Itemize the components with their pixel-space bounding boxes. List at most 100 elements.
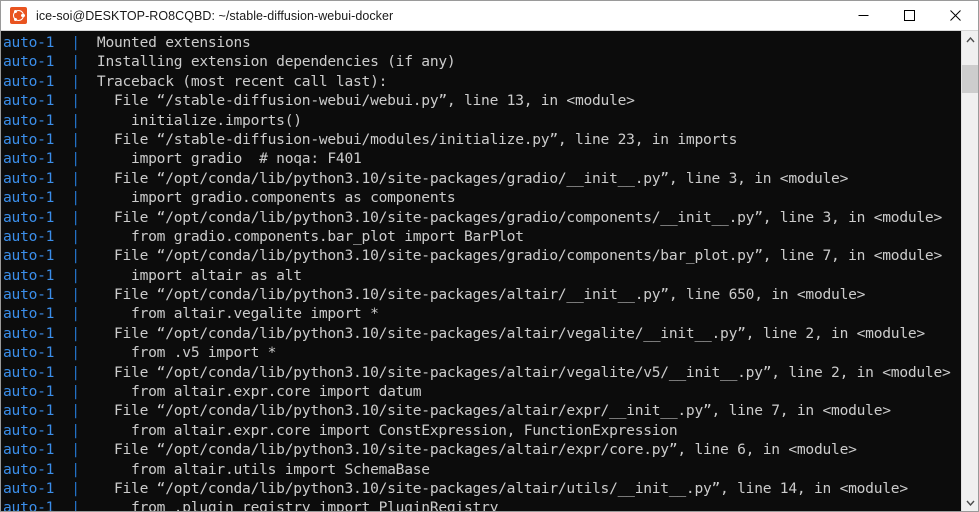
- log-separator: |: [71, 479, 80, 497]
- terminal-line: auto-1 | from altair.utils import Schema…: [1, 460, 961, 479]
- service-name: auto-1: [3, 421, 55, 439]
- terminal-line: auto-1 | initialize.imports(): [1, 111, 961, 130]
- log-separator: |: [71, 247, 80, 265]
- terminal-line: auto-1 | Installing extension dependenci…: [1, 52, 961, 71]
- log-text: from gradio.components.bar_plot import B…: [79, 227, 524, 245]
- log-separator: |: [71, 324, 80, 342]
- log-separator: |: [71, 130, 80, 148]
- terminal-line: auto-1 | File “/opt/conda/lib/python3.10…: [1, 440, 961, 459]
- log-text: File “/opt/conda/lib/python3.10/site-pac…: [79, 169, 849, 187]
- log-text: File “/opt/conda/lib/python3.10/site-pac…: [79, 208, 942, 226]
- terminal-line: auto-1 | from altair.expr.core import Co…: [1, 421, 961, 440]
- service-name: auto-1: [3, 53, 55, 71]
- log-separator: |: [71, 441, 80, 459]
- log-separator: |: [71, 363, 80, 381]
- terminal-line: auto-1 | File “/stable-diffusion-webui/m…: [1, 130, 961, 149]
- log-text: Installing extension dependencies (if an…: [79, 53, 456, 71]
- service-name: auto-1: [3, 227, 55, 245]
- log-separator: |: [71, 499, 80, 511]
- vertical-scrollbar[interactable]: [961, 31, 978, 511]
- log-text: File “/opt/conda/lib/python3.10/site-pac…: [79, 247, 942, 265]
- service-name: auto-1: [3, 34, 55, 51]
- terminal-line: auto-1 | from .plugin_registry import Pl…: [1, 498, 961, 511]
- log-text: File “/stable-diffusion-webui/webui.py”,…: [79, 92, 635, 110]
- log-text: File “/opt/conda/lib/python3.10/site-pac…: [79, 286, 866, 304]
- terminal-line: auto-1 | File “/opt/conda/lib/python3.10…: [1, 169, 961, 188]
- log-text: import gradio # noqa: F401: [79, 150, 362, 168]
- service-name: auto-1: [3, 305, 55, 323]
- terminal-line: auto-1 | File “/opt/conda/lib/python3.10…: [1, 363, 961, 382]
- log-text: File “/opt/conda/lib/python3.10/site-pac…: [79, 479, 908, 497]
- log-separator: |: [71, 150, 80, 168]
- window-title: ice-soi@DESKTOP-RO8CQBD: ~/stable-diffus…: [36, 8, 394, 23]
- maximize-button[interactable]: [886, 1, 932, 30]
- log-separator: |: [71, 34, 80, 51]
- service-name: auto-1: [3, 286, 55, 304]
- log-text: from .v5 import *: [79, 344, 277, 362]
- terminal-line: auto-1 | import gradio # noqa: F401: [1, 149, 961, 168]
- terminal-area: auto-1 | Mounted extensions auto-1 | Inst…: [1, 31, 978, 511]
- log-text: File “/opt/conda/lib/python3.10/site-pac…: [79, 363, 951, 381]
- service-name: auto-1: [3, 130, 55, 148]
- scrollbar-down-button[interactable]: [962, 494, 978, 511]
- log-separator: |: [71, 227, 80, 245]
- terminal-line: auto-1 | import altair as alt: [1, 266, 961, 285]
- close-button[interactable]: [932, 1, 978, 30]
- terminal-line: auto-1 | File “/stable-diffusion-webui/w…: [1, 91, 961, 110]
- service-name: auto-1: [3, 169, 55, 187]
- terminal-window: ice-soi@DESKTOP-RO8CQBD: ~/stable-diffus…: [0, 0, 979, 512]
- log-separator: |: [71, 53, 80, 71]
- terminal-line: auto-1 | from altair.expr.core import da…: [1, 382, 961, 401]
- service-name: auto-1: [3, 111, 55, 129]
- log-separator: |: [71, 344, 80, 362]
- service-name: auto-1: [3, 344, 55, 362]
- terminal-line: auto-1 | File “/opt/conda/lib/python3.10…: [1, 246, 961, 265]
- service-name: auto-1: [3, 247, 55, 265]
- log-separator: |: [71, 266, 80, 284]
- terminal-line: auto-1 | File “/opt/conda/lib/python3.10…: [1, 285, 961, 304]
- service-name: auto-1: [3, 324, 55, 342]
- terminal-line: auto-1 | Mounted extensions: [1, 33, 961, 52]
- terminal-line: auto-1 | from altair.vegalite import *: [1, 304, 961, 323]
- log-text: from .plugin_registry import PluginRegis…: [79, 499, 499, 511]
- scrollbar-thumb[interactable]: [962, 65, 978, 93]
- terminal-line: auto-1 | import gradio.components as com…: [1, 188, 961, 207]
- service-name: auto-1: [3, 150, 55, 168]
- service-name: auto-1: [3, 189, 55, 207]
- window-controls: [840, 1, 978, 30]
- log-separator: |: [71, 169, 80, 187]
- scrollbar-up-button[interactable]: [962, 31, 978, 48]
- ubuntu-logo-icon: [10, 7, 27, 24]
- scrollbar-track[interactable]: [962, 48, 978, 494]
- terminal-line: auto-1 | from .v5 import *: [1, 343, 961, 362]
- log-text: File “/opt/conda/lib/python3.10/site-pac…: [79, 402, 891, 420]
- service-name: auto-1: [3, 460, 55, 478]
- terminal-line: auto-1 | Traceback (most recent call las…: [1, 72, 961, 91]
- service-name: auto-1: [3, 363, 55, 381]
- log-text: from altair.vegalite import *: [79, 305, 379, 323]
- log-separator: |: [71, 189, 80, 207]
- service-name: auto-1: [3, 499, 55, 511]
- service-name: auto-1: [3, 266, 55, 284]
- log-text: Traceback (most recent call last):: [79, 72, 388, 90]
- terminal-line: auto-1 | File “/opt/conda/lib/python3.10…: [1, 324, 961, 343]
- terminal-output[interactable]: auto-1 | Mounted extensions auto-1 | Inst…: [1, 31, 961, 511]
- service-name: auto-1: [3, 92, 55, 110]
- log-separator: |: [71, 208, 80, 226]
- minimize-button[interactable]: [840, 1, 886, 30]
- log-separator: |: [71, 421, 80, 439]
- log-separator: |: [71, 111, 80, 129]
- terminal-line: auto-1 | File “/opt/conda/lib/python3.10…: [1, 208, 961, 227]
- log-text: from altair.expr.core import datum: [79, 383, 422, 401]
- log-separator: |: [71, 92, 80, 110]
- log-text: File “/stable-diffusion-webui/modules/in…: [79, 130, 738, 148]
- log-separator: |: [71, 305, 80, 323]
- terminal-line: auto-1 | from gradio.components.bar_plot…: [1, 227, 961, 246]
- service-name: auto-1: [3, 383, 55, 401]
- log-separator: |: [71, 402, 80, 420]
- log-text: File “/opt/conda/lib/python3.10/site-pac…: [79, 441, 857, 459]
- service-name: auto-1: [3, 402, 55, 420]
- title-bar[interactable]: ice-soi@DESKTOP-RO8CQBD: ~/stable-diffus…: [1, 1, 978, 31]
- log-separator: |: [71, 286, 80, 304]
- service-name: auto-1: [3, 441, 55, 459]
